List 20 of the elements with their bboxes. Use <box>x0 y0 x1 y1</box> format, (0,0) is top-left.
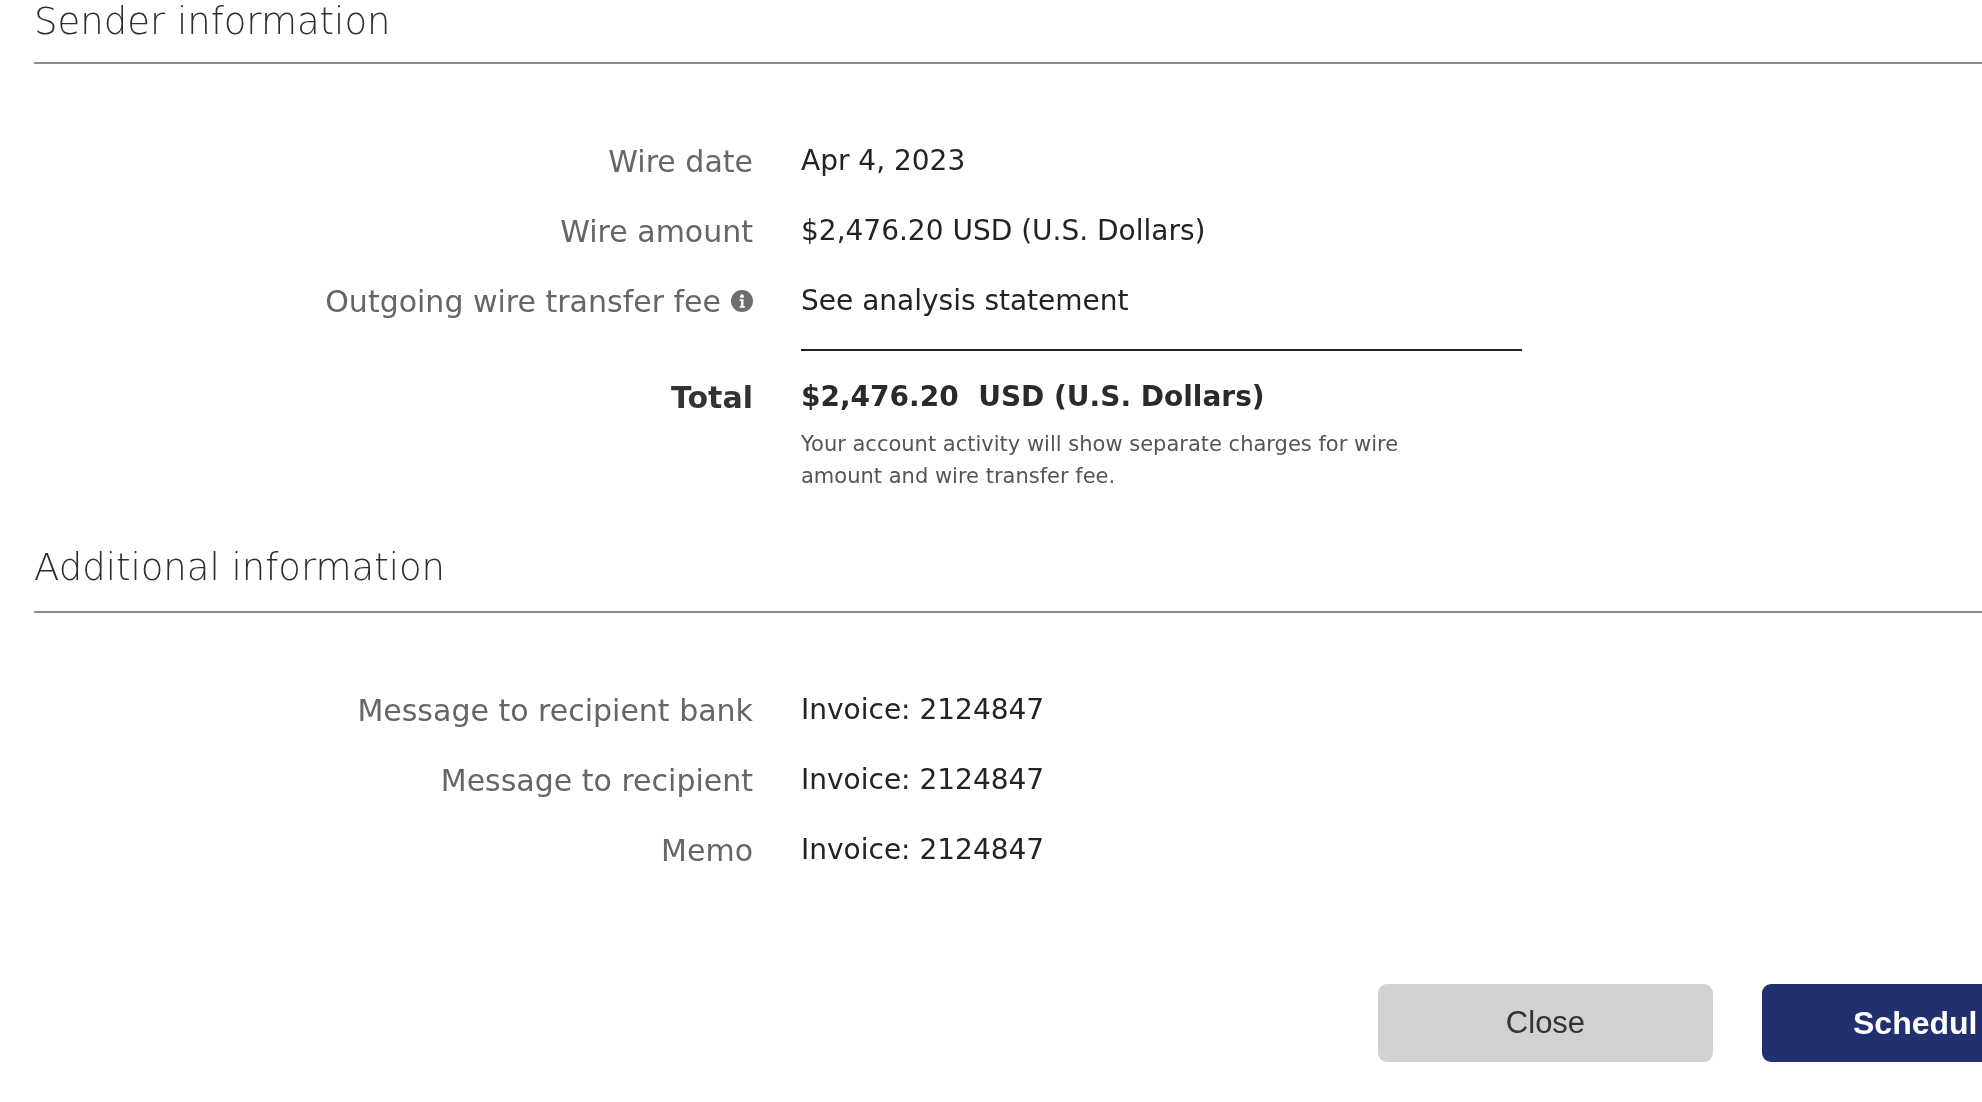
field-label: Wire amount <box>560 213 753 249</box>
total-label: Total <box>671 379 753 415</box>
field-value: See analysis statement <box>801 283 1129 319</box>
field-value: Invoice: 2124847 <box>801 832 1045 868</box>
field-label: Message to recipient <box>440 762 753 798</box>
field-value: $2,476.20 USD (U.S. Dollars) <box>801 213 1206 249</box>
section-heading: Additional information <box>34 546 1982 613</box>
field-value: Invoice: 2124847 <box>801 762 1045 798</box>
info-icon[interactable] <box>731 290 753 312</box>
section-heading: Sender information <box>34 0 1982 64</box>
schedule-button[interactable]: Schedul <box>1762 984 1982 1062</box>
field-label: Message to recipient bank <box>357 692 753 728</box>
total-note: Your account activity will show separate charges for wire amount and wire transfer fee. <box>801 431 1400 490</box>
field-label: Outgoing wire transfer fee <box>325 283 721 319</box>
total-amount: $2,476.20 USD (U.S. Dollars) <box>801 379 1266 415</box>
field-label: Memo <box>661 832 753 868</box>
close-button[interactable]: Close <box>1378 984 1713 1062</box>
field-label: Wire date <box>608 143 753 179</box>
field-value: Apr 4, 2023 <box>801 143 966 179</box>
field-value: Invoice: 2124847 <box>801 692 1045 728</box>
